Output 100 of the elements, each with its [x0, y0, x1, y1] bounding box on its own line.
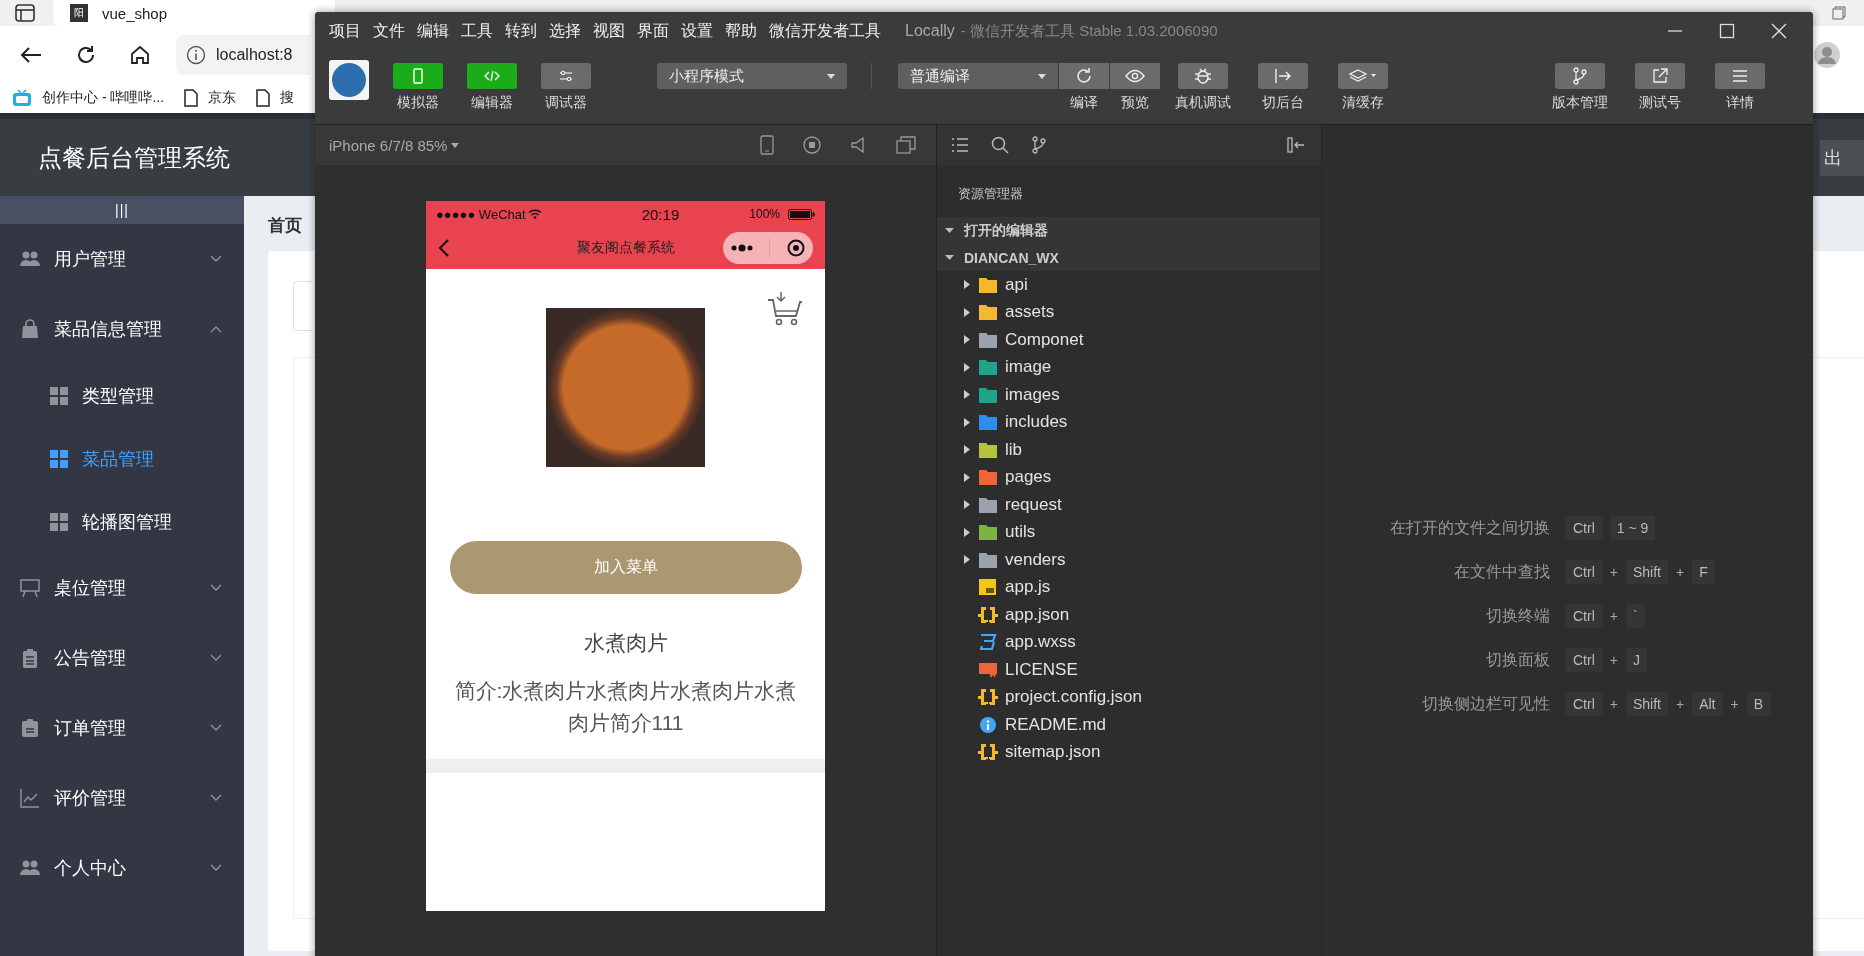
menu-bar-item[interactable]: 微信开发者工具	[769, 20, 881, 42]
logout-button[interactable]: 出	[1820, 139, 1864, 176]
toolbar-button[interactable]: 调试器	[529, 63, 603, 112]
menu-item[interactable]: 个人中心	[0, 833, 244, 903]
back-icon[interactable]	[20, 45, 42, 64]
folder-item[interactable]: lib	[937, 436, 1321, 464]
collapse-panel-icon[interactable]	[1287, 137, 1305, 153]
clip2-icon	[20, 718, 40, 738]
file-item[interactable]: app.js	[937, 573, 1321, 601]
breadcrumb[interactable]: 首页	[268, 216, 302, 235]
home-icon[interactable]	[130, 44, 150, 65]
menu-item[interactable]: 评价管理	[0, 763, 244, 833]
code-icon	[484, 68, 500, 84]
section-header[interactable]: DIANCAN_WX	[937, 244, 1320, 271]
avatar-icon[interactable]	[329, 60, 369, 100]
page-icon	[184, 89, 199, 107]
submenu-item[interactable]: 轮播图管理	[0, 490, 244, 553]
grid-icon	[50, 512, 68, 531]
mode-dropdown[interactable]: 小程序模式	[657, 63, 847, 89]
menu-label: 评价管理	[54, 787, 126, 810]
file-item[interactable]: LICENSE	[937, 656, 1321, 684]
toolbar-button[interactable]: 版本管理	[1543, 63, 1617, 112]
key-cap: Ctrl	[1566, 648, 1602, 672]
profile-avatar-icon[interactable]	[1814, 41, 1840, 68]
more-icon[interactable]	[731, 244, 754, 252]
search-icon[interactable]	[991, 136, 1009, 154]
chevron-down-icon	[210, 724, 222, 732]
chart-icon	[20, 788, 40, 808]
toolbar-button[interactable]: 模拟器	[381, 63, 455, 112]
menu-item[interactable]: 菜品信息管理	[0, 294, 244, 364]
shortcut-label: 切换终端	[1485, 605, 1550, 626]
restore-icon[interactable]	[1832, 6, 1846, 20]
maximize-icon[interactable]	[1719, 23, 1735, 39]
menu-bar-item[interactable]: 转到	[505, 20, 537, 42]
submenu-item[interactable]: 菜品管理	[0, 427, 244, 490]
search-field[interactable]	[293, 281, 312, 331]
bookmark[interactable]: 搜	[256, 89, 295, 107]
cart-icon[interactable]	[767, 291, 803, 327]
folder-item[interactable]: Componet	[937, 326, 1321, 354]
folder-item[interactable]: assets	[937, 298, 1321, 326]
list-icon[interactable]	[951, 137, 969, 153]
folder-item[interactable]: includes	[937, 408, 1321, 436]
folder-item[interactable]: image	[937, 353, 1321, 381]
windows-icon[interactable]	[896, 136, 916, 154]
compile-dropdown[interactable]: 普通编译	[898, 63, 1058, 89]
menu-item[interactable]: 用户管理	[0, 224, 244, 294]
toolbar-button[interactable]: 清缓存	[1326, 63, 1400, 112]
section-header[interactable]: 打开的编辑器	[937, 217, 1320, 244]
info-icon	[186, 44, 206, 65]
bookmark[interactable]: 创作中心 - 哔哩哔...	[12, 89, 165, 107]
menu-item[interactable]: 桌位管理	[0, 553, 244, 623]
toolbar-button[interactable]: 详情	[1703, 63, 1777, 112]
stop-icon[interactable]	[802, 135, 822, 155]
folder-item[interactable]: venders	[937, 546, 1321, 574]
clip-icon	[20, 648, 40, 668]
toolbar-button[interactable]: 测试号	[1623, 63, 1697, 112]
phone-icon[interactable]	[760, 135, 774, 155]
reload-icon[interactable]	[76, 44, 96, 65]
tab-actions-icon[interactable]	[15, 4, 35, 22]
menu-bar-item[interactable]: 编辑	[417, 20, 449, 42]
collapse-button[interactable]: |||	[0, 196, 244, 224]
menu-bar-item[interactable]: 选择	[549, 20, 581, 42]
menu-bar-item[interactable]: 文件	[373, 20, 405, 42]
toolbar-button[interactable]: 真机调试	[1166, 63, 1240, 112]
file-item[interactable]: sitemap.json	[937, 738, 1321, 766]
close-target-icon[interactable]	[786, 239, 805, 257]
address-bar[interactable]: localhost:8	[176, 34, 310, 75]
device-dropdown[interactable]: iPhone 6/7/8 85%	[329, 136, 460, 154]
toolbar-button[interactable]: 编辑器	[455, 63, 529, 112]
menu-bar-item[interactable]: 帮助	[725, 20, 757, 42]
menu-item[interactable]: 公告管理	[0, 623, 244, 693]
folder-item[interactable]: pages	[937, 463, 1321, 491]
bookmark[interactable]: 京东	[184, 89, 237, 107]
submenu-item[interactable]: 类型管理	[0, 364, 244, 427]
key-cap: F	[1692, 560, 1715, 584]
branch-icon[interactable]	[1031, 136, 1047, 154]
key-cap: `	[1625, 604, 1645, 628]
menu-bar-item[interactable]: 工具	[461, 20, 493, 42]
dish-name: 水煮肉片	[583, 630, 668, 656]
menu-bar-item[interactable]: 界面	[637, 20, 669, 42]
plus-sign: +	[1676, 564, 1685, 580]
plus-sign: +	[1609, 652, 1618, 668]
toolbar-button[interactable]: 切后台	[1246, 63, 1320, 112]
shortcut-label: 切换面板	[1485, 649, 1550, 670]
folder-item[interactable]: request	[937, 491, 1321, 519]
menu-bar-item[interactable]: 视图	[593, 20, 625, 42]
key-cap: Alt	[1692, 692, 1723, 716]
menu-item[interactable]: 订单管理	[0, 693, 244, 763]
file-item[interactable]: app.wxss	[937, 628, 1321, 656]
menu-bar-item[interactable]: 设置	[681, 20, 713, 42]
folder-item[interactable]: utils	[937, 518, 1321, 546]
menu-label: 用户管理	[54, 248, 126, 271]
file-item[interactable]: app.json	[937, 601, 1321, 629]
page-icon	[256, 89, 271, 107]
file-item[interactable]: README.md	[937, 711, 1321, 739]
close-icon[interactable]	[1771, 23, 1787, 39]
file-item[interactable]: project.config.json	[937, 683, 1321, 711]
tab-favicon: 阳	[70, 4, 88, 22]
folder-item[interactable]: images	[937, 381, 1321, 409]
folder-item[interactable]: api	[937, 271, 1321, 299]
